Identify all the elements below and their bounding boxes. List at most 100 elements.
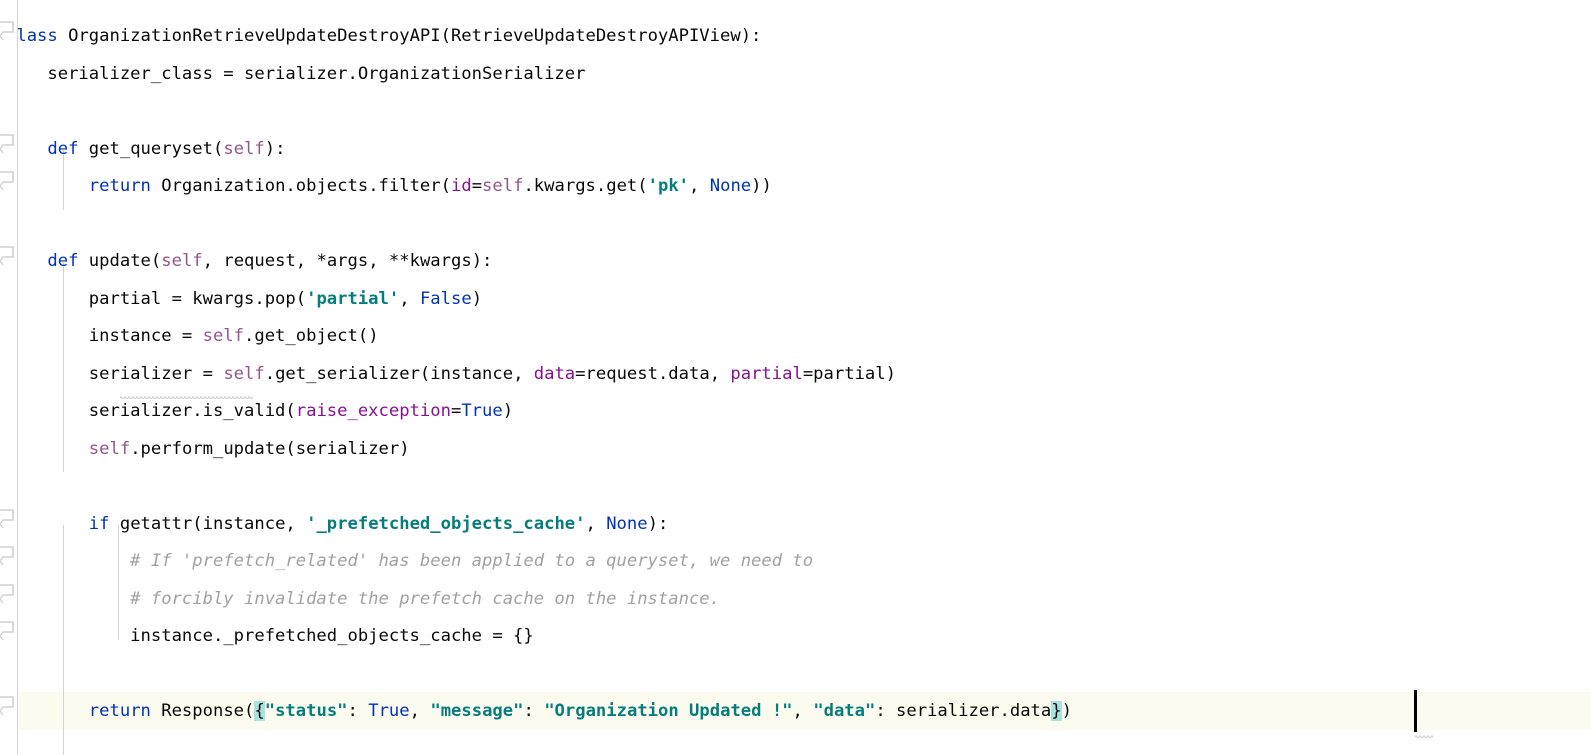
fold-marker-update[interactable]	[0, 241, 17, 278]
code-token: partial = kwargs.pop(	[6, 288, 307, 309]
code-line[interactable]: return Organization.objects.filter(id=se…	[0, 168, 1591, 206]
code-line[interactable]: instance._prefetched_objects_cache = {}	[0, 618, 1591, 656]
code-token: self	[223, 138, 265, 159]
code-token: )	[1061, 701, 1072, 721]
fold-marker-if-block[interactable]	[0, 504, 17, 541]
fold-marker-get-queryset[interactable]	[0, 129, 17, 166]
code-token: OrganizationRetrieveUpdateDestroyAPI(Ret…	[57, 26, 762, 46]
code-token: .get_serializer(instance,	[264, 363, 534, 384]
code-token: ,	[792, 701, 814, 721]
code-surface[interactable]: class OrganizationRetrieveUpdateDestroyA…	[0, 0, 1591, 755]
code-token: partial	[730, 363, 803, 384]
code-line[interactable]: class OrganizationRetrieveUpdateDestroyA…	[0, 18, 1591, 56]
code-token: ,	[585, 513, 607, 534]
text-caret	[1414, 690, 1417, 732]
code-token: '_prefetched_objects_cache'	[306, 513, 586, 534]
code-token: )	[471, 288, 483, 309]
code-line[interactable]: serializer.is_valid(raise_exception=True…	[0, 393, 1591, 431]
code-line[interactable]: self.perform_update(serializer)	[0, 431, 1591, 469]
code-line[interactable]: partial = kwargs.pop('partial', False)	[0, 281, 1591, 319]
code-token: None	[709, 176, 752, 196]
code-token: # If 'prefetch_related' has been applied…	[6, 551, 814, 571]
code-token: id	[450, 176, 472, 196]
code-token: :	[347, 701, 369, 721]
code-token: None	[606, 513, 648, 534]
code-line[interactable]: if getattr(instance, '_prefetched_object…	[0, 506, 1591, 544]
code-token: getattr(instance,	[109, 513, 307, 534]
code-line[interactable]	[0, 93, 1591, 131]
code-line[interactable]: return Response({"status": True, "messag…	[0, 693, 1591, 731]
code-token: ,	[409, 701, 431, 721]
code-token: data	[533, 363, 576, 384]
code-token: .kwargs.get(	[523, 176, 648, 196]
code-token: serializer_class = serializer.Organizati…	[6, 63, 586, 84]
code-line[interactable]: # forcibly invalidate the prefetch cache…	[0, 581, 1591, 619]
code-token: "status"	[264, 701, 348, 721]
code-token: :	[523, 701, 545, 721]
code-token: , request, *args, **kwargs):	[202, 251, 493, 271]
code-token: serializer =	[6, 363, 224, 384]
code-token: False	[419, 288, 472, 309]
code-line[interactable]	[0, 656, 1591, 694]
code-token: # forcibly invalidate the prefetch cache…	[6, 588, 720, 609]
code-token: True	[461, 401, 503, 421]
code-token: ,	[689, 176, 710, 196]
code-token: serializer.is_valid(	[6, 401, 296, 421]
fold-marker-comment-2[interactable]	[0, 579, 17, 616]
code-token: update(	[78, 251, 162, 271]
code-token: self	[223, 363, 265, 384]
code-token: self	[202, 326, 245, 346]
code-token: return	[88, 701, 151, 721]
code-token: "data"	[813, 701, 876, 721]
code-token: ):	[647, 513, 669, 534]
code-line[interactable]: serializer_class = serializer.Organizati…	[0, 56, 1591, 94]
code-token: self	[88, 438, 131, 459]
fold-marker-comment-1[interactable]	[0, 541, 17, 578]
code-token: instance =	[6, 326, 203, 346]
fold-marker-assign[interactable]	[0, 616, 17, 653]
code-token: return	[88, 176, 151, 196]
code-token: )	[502, 401, 514, 421]
code-token: self	[161, 251, 203, 271]
code-token: .perform_update(serializer)	[130, 438, 410, 459]
fold-marker-return[interactable]	[0, 691, 17, 728]
gutter-divider	[17, 0, 18, 755]
fold-marker-class[interactable]	[0, 16, 17, 53]
code-token: =	[471, 176, 483, 196]
code-token: def	[47, 138, 79, 159]
code-token: 'partial'	[306, 288, 400, 309]
code-token: {	[254, 701, 265, 721]
code-token: ,	[399, 288, 420, 309]
code-token: }	[1051, 701, 1062, 721]
code-token: get_queryset(	[78, 138, 224, 159]
fold-marker-get-queryset-body[interactable]	[0, 166, 17, 203]
code-token: =partial)	[802, 363, 896, 384]
code-token: instance._prefetched_objects_cache = {}	[6, 626, 534, 646]
code-token: "Organization Updated !"	[544, 701, 793, 721]
code-token: ))	[751, 176, 772, 196]
code-token: 'pk'	[647, 176, 690, 196]
code-token: Response(	[150, 701, 255, 721]
code-token: Organization.objects.filter(	[150, 176, 451, 196]
code-token: def	[47, 251, 79, 271]
code-line[interactable]: serializer = self.get_serializer(instanc…	[0, 356, 1591, 394]
code-editor[interactable]: class OrganizationRetrieveUpdateDestroyA…	[0, 0, 1591, 755]
code-line[interactable]: # If 'prefetch_related' has been applied…	[0, 543, 1591, 581]
code-token: True	[368, 701, 410, 721]
code-token: if	[88, 513, 110, 534]
code-token: : serializer.data	[875, 701, 1052, 721]
code-line[interactable]: def update(self, request, *args, **kwarg…	[0, 243, 1591, 281]
code-token: self	[482, 176, 524, 196]
code-line[interactable]: def get_queryset(self):	[0, 131, 1591, 169]
code-line[interactable]	[0, 468, 1591, 506]
folding-gutter[interactable]	[0, 0, 18, 755]
code-token: =	[450, 401, 462, 421]
code-token: .get_object()	[244, 326, 379, 346]
code-token: =request.data,	[575, 363, 731, 384]
code-line[interactable]: instance = self.get_object()	[0, 318, 1591, 356]
code-line[interactable]	[0, 206, 1591, 244]
